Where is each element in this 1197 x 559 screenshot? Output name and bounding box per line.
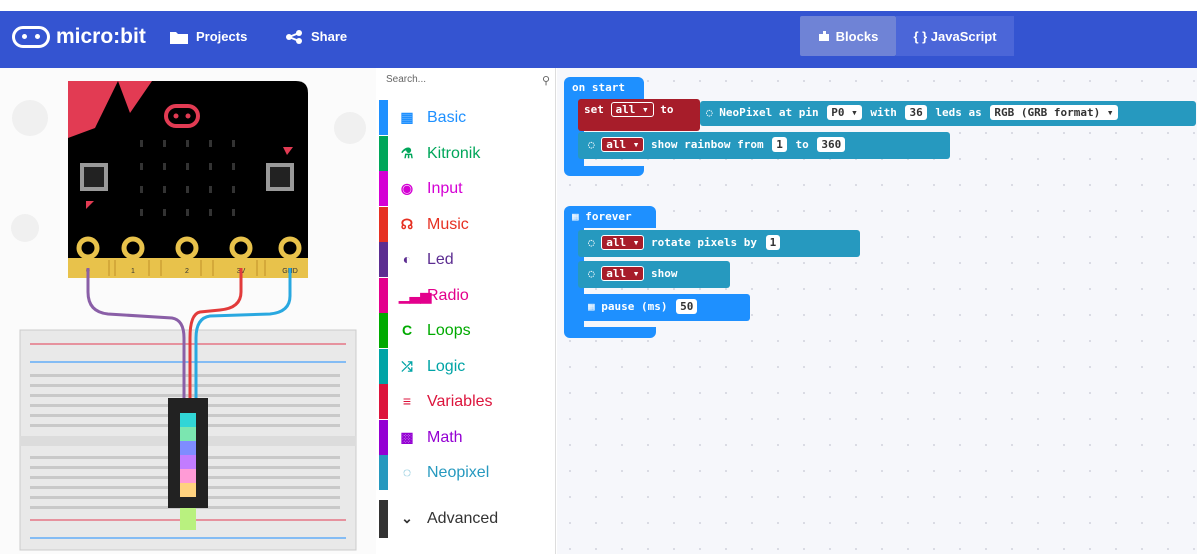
folder-icon xyxy=(170,31,188,44)
show-block[interactable]: ◌ all ▾ show xyxy=(578,261,730,288)
microbit-logo[interactable]: micro:bit xyxy=(12,25,146,49)
tab-javascript[interactable]: { } JavaScript xyxy=(896,16,1014,56)
category-input[interactable]: ◉ Input xyxy=(379,171,551,206)
projects-button[interactable]: Projects xyxy=(170,29,247,44)
category-kitronik[interactable]: ⚗ Kitronik xyxy=(379,136,551,171)
set-variable-block[interactable]: set all ▾ to xyxy=(578,99,700,131)
leds-count-input[interactable]: 36 xyxy=(905,105,927,120)
block-workspace[interactable]: on start set all ▾ to ◌ NeoPixel at pin … xyxy=(557,68,1197,554)
refresh-icon: C xyxy=(401,322,413,338)
variable-dropdown[interactable]: all ▾ xyxy=(610,102,654,117)
category-advanced[interactable]: ⌄ Advanced xyxy=(379,500,551,538)
shuffle-icon: ⤮ xyxy=(401,358,413,374)
rainbow-to-input[interactable]: 360 xyxy=(817,137,846,152)
category-neopixel[interactable]: ◌ Neopixel xyxy=(379,455,551,490)
variable-dropdown[interactable]: all ▾ xyxy=(601,266,645,281)
search-icon: ⚲ xyxy=(541,75,550,87)
show-rainbow-block[interactable]: ◌ all ▾ show rainbow from 1 to 360 xyxy=(578,132,950,159)
chevron-down-icon: ⌄ xyxy=(401,510,413,526)
category-basic[interactable]: ▦ Basic xyxy=(379,100,551,135)
ring-icon: ◌ xyxy=(588,267,595,280)
ring-icon: ◌ xyxy=(706,106,713,119)
search-input[interactable]: Search... ⚲ xyxy=(386,74,554,96)
pin-dropdown[interactable]: P0 ▾ xyxy=(827,105,862,120)
format-dropdown[interactable]: RGB (GRB format) ▾ xyxy=(990,105,1118,120)
on-start-block[interactable]: on start xyxy=(564,77,644,99)
target-icon: ◉ xyxy=(400,180,414,196)
brand-text: micro:bit xyxy=(56,25,146,48)
category-variables[interactable]: ≡ Variables xyxy=(379,384,551,419)
flask-icon: ⚗ xyxy=(400,145,414,161)
puzzle-icon xyxy=(818,31,829,41)
toolbox: Search... ⚲ ▦ Basic ⚗ Kitronik ◉ Input ☊… xyxy=(376,68,556,554)
category-music[interactable]: ☊ Music xyxy=(379,207,551,242)
microbit-icon xyxy=(12,26,50,48)
ring-icon: ◌ xyxy=(588,138,595,151)
forever-block[interactable]: ▦ forever xyxy=(564,206,656,228)
variable-dropdown[interactable]: all ▾ xyxy=(601,235,645,250)
grid-icon: ▦ xyxy=(572,210,579,223)
category-led[interactable]: ◐ Led xyxy=(379,242,551,277)
share-button[interactable]: Share xyxy=(285,29,347,44)
category-loops[interactable]: C Loops xyxy=(379,313,551,348)
ring-icon: ◌ xyxy=(588,236,595,249)
simulator-panel[interactable]: 0 1 2 3V GND xyxy=(0,68,376,554)
microbit-simulator[interactable]: 0 1 2 3V GND xyxy=(0,68,376,554)
grid-icon: ▦ xyxy=(400,109,414,125)
pause-block[interactable]: ▦ pause (ms) 50 xyxy=(578,294,750,321)
pause-value-input[interactable]: 50 xyxy=(676,299,698,314)
pin-label-1: 1 xyxy=(131,268,135,275)
calculator-icon: ▩ xyxy=(400,429,414,445)
variable-dropdown[interactable]: all ▾ xyxy=(601,137,645,152)
pin-label-2: 2 xyxy=(185,268,189,275)
tab-blocks[interactable]: Blocks xyxy=(800,16,896,56)
category-math[interactable]: ▩ Math xyxy=(379,420,551,455)
top-bar: micro:bit Projects Share Blocks { } Java… xyxy=(0,11,1197,68)
list-icon: ≡ xyxy=(402,393,412,409)
rainbow-from-input[interactable]: 1 xyxy=(772,137,787,152)
headphones-icon: ☊ xyxy=(400,216,414,232)
grid-icon: ▦ xyxy=(588,300,595,313)
neopixel-create-block[interactable]: ◌ NeoPixel at pin P0 ▾ with 36 leds as R… xyxy=(700,101,1196,126)
toggle-icon: ◐ xyxy=(402,251,412,267)
ring-icon: ◌ xyxy=(402,464,412,480)
rotate-value-input[interactable]: 1 xyxy=(765,235,781,250)
category-radio[interactable]: ▁▃▅ Radio xyxy=(379,278,551,313)
category-logic[interactable]: ⤮ Logic xyxy=(379,349,551,384)
rotate-pixels-block[interactable]: ◌ all ▾ rotate pixels by 1 xyxy=(578,230,860,257)
share-icon xyxy=(286,29,302,44)
signal-icon: ▁▃▅ xyxy=(399,287,432,303)
